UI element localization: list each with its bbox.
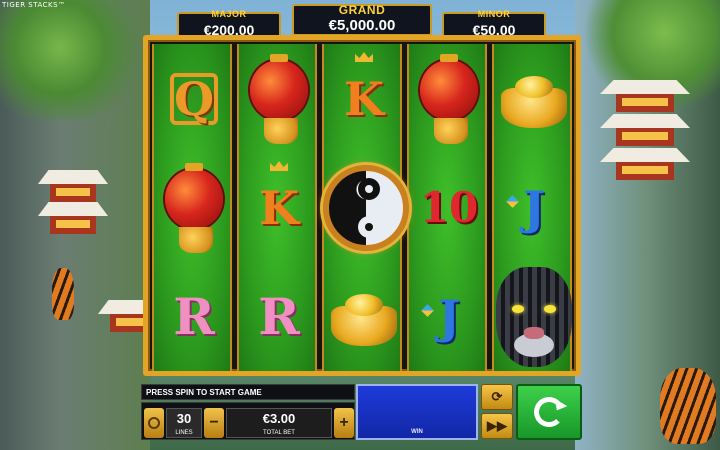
crown-icon bbox=[270, 161, 288, 171]
lines-value: 30 bbox=[176, 411, 192, 426]
reel-1: Q R bbox=[152, 44, 232, 371]
autoplay-icon: ⟳ bbox=[491, 389, 503, 404]
lantern-icon bbox=[250, 53, 308, 144]
symbol-k-text: K bbox=[344, 71, 384, 126]
symbol-j-text: J bbox=[438, 289, 460, 344]
reel-5: J bbox=[492, 44, 572, 371]
symbol-k: K bbox=[239, 153, 319, 262]
symbol-j: J bbox=[494, 153, 574, 262]
fast-forward-icon: ▶▶ bbox=[487, 418, 507, 433]
bet-increase-button[interactable]: + bbox=[334, 408, 354, 438]
symbol-10-text: 10 bbox=[419, 182, 479, 232]
jackpot-minor-label: MINOR bbox=[477, 9, 511, 19]
tiger-figure-left bbox=[52, 268, 74, 320]
info-icon bbox=[148, 417, 160, 429]
tiger-icon bbox=[496, 266, 572, 367]
pagoda-left bbox=[38, 170, 108, 280]
symbol-q: Q bbox=[154, 44, 234, 153]
total-bet-label: TOTAL BET bbox=[263, 430, 295, 436]
total-bet-value: €3.00 bbox=[262, 411, 296, 426]
symbol-r: R bbox=[239, 262, 319, 371]
jackpot-grand: GRAND €5,000.00 bbox=[292, 3, 432, 36]
symbol-gold-ingot bbox=[494, 44, 574, 153]
symbol-q-text: Q bbox=[173, 71, 215, 126]
symbol-k: K bbox=[324, 44, 404, 153]
tiger-figure-right bbox=[660, 368, 716, 444]
symbol-j: J bbox=[409, 262, 489, 371]
turbo-button[interactable]: ▶▶ bbox=[481, 413, 513, 439]
bet-decrease-button[interactable]: − bbox=[204, 408, 224, 438]
total-bet-display: €3.00 TOTAL BET bbox=[226, 408, 332, 438]
spin-button[interactable] bbox=[516, 384, 582, 440]
symbol-gold-ingot bbox=[324, 262, 404, 371]
game-message: PRESS SPIN TO START GAME bbox=[141, 384, 355, 400]
symbol-lantern bbox=[154, 153, 234, 262]
symbol-tiger bbox=[494, 262, 574, 371]
info-button[interactable] bbox=[144, 408, 164, 438]
gold-ingot-icon bbox=[331, 293, 397, 346]
symbol-k-text: K bbox=[259, 180, 299, 235]
jackpot-grand-label: GRAND bbox=[338, 3, 386, 17]
pagoda-right bbox=[600, 80, 690, 190]
jackpot-grand-value: €5,000.00 bbox=[328, 17, 396, 34]
lines-label: LINES bbox=[175, 430, 193, 436]
jackpot-major-label: MAJOR bbox=[211, 9, 247, 19]
symbol-r: R bbox=[154, 262, 234, 371]
reel-2: K R bbox=[237, 44, 317, 371]
lantern-icon bbox=[420, 53, 478, 144]
reel-4: 10 J bbox=[407, 44, 487, 371]
autoplay-button[interactable]: ⟳ bbox=[481, 384, 513, 410]
background-foliage-left bbox=[0, 0, 150, 120]
win-display: WIN bbox=[356, 384, 478, 440]
symbol-lantern bbox=[239, 44, 319, 153]
win-label: WIN bbox=[411, 429, 423, 435]
symbol-lantern bbox=[409, 44, 489, 153]
symbol-j-text: J bbox=[523, 180, 545, 235]
yin-yang-icon bbox=[323, 165, 409, 251]
symbol-r-text: R bbox=[173, 286, 215, 346]
game-title: TIGER STACKS™ bbox=[2, 1, 66, 9]
diamond-icon bbox=[421, 304, 434, 317]
control-bar: 30 LINES − €3.00 TOTAL BET + bbox=[141, 402, 355, 440]
crown-icon bbox=[355, 52, 373, 62]
lantern-icon bbox=[165, 162, 223, 253]
diamond-icon bbox=[506, 195, 519, 208]
symbol-10: 10 bbox=[409, 153, 489, 262]
gold-ingot-icon bbox=[501, 75, 567, 128]
lines-display: 30 LINES bbox=[166, 408, 202, 438]
symbol-yin-yang bbox=[322, 138, 410, 278]
symbol-r-text: R bbox=[258, 286, 300, 346]
spin-icon bbox=[534, 397, 564, 427]
